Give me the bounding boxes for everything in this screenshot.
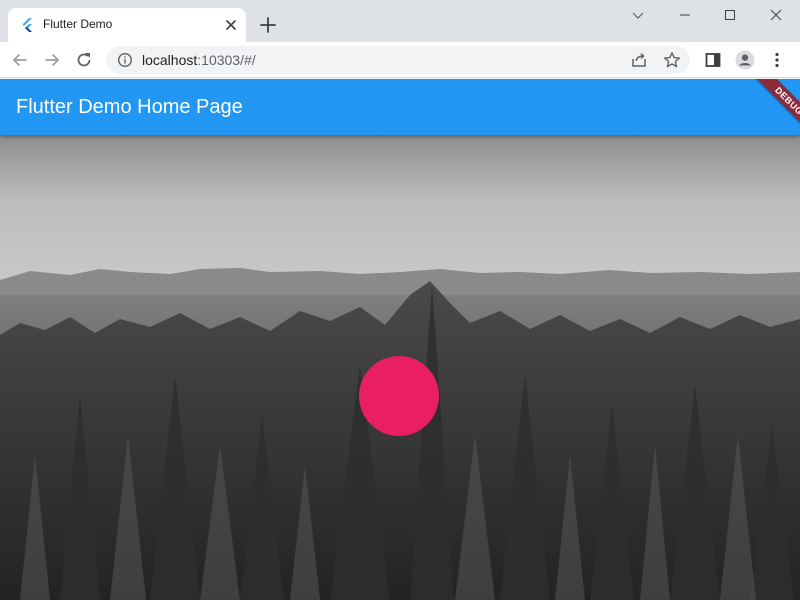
info-icon[interactable] — [117, 52, 133, 68]
arrow-right-icon[interactable] — [42, 50, 62, 70]
kebab-menu-icon[interactable] — [767, 50, 787, 70]
maximize-icon — [725, 10, 735, 20]
debug-banner-container: DEBUG — [736, 79, 800, 143]
star-icon[interactable] — [663, 51, 681, 69]
maximize-button[interactable] — [707, 0, 753, 30]
url-text[interactable]: localhost:10303/#/ — [142, 52, 256, 68]
animated-circle[interactable] — [359, 356, 439, 436]
new-tab-plus-icon[interactable] — [258, 15, 278, 35]
app-bar: Flutter Demo Home Page — [0, 79, 800, 135]
page-title: Flutter Demo Home Page — [16, 96, 243, 118]
browser-tab[interactable]: Flutter Demo — [8, 8, 246, 42]
close-icon — [770, 9, 782, 21]
url-path: :10303/#/ — [197, 52, 256, 68]
tab-title: Flutter Demo — [43, 17, 113, 31]
close-window-button[interactable] — [753, 0, 799, 30]
browser-tab-strip: Flutter Demo — [0, 0, 800, 42]
flutter-logo-icon — [22, 18, 32, 32]
url-host: localhost — [142, 52, 198, 68]
reload-icon[interactable] — [74, 50, 94, 70]
arrow-left-icon[interactable] — [10, 50, 30, 70]
minimize-button[interactable] — [662, 0, 708, 30]
chevron-down-icon — [632, 12, 644, 19]
profile-icon[interactable] — [735, 50, 755, 70]
tab-search-button[interactable] — [615, 0, 661, 30]
minimize-icon — [680, 14, 690, 16]
tab-close-icon[interactable] — [222, 16, 240, 34]
browser-toolbar: localhost:10303/#/ — [0, 42, 800, 78]
app-body — [0, 135, 800, 600]
address-bar[interactable]: localhost:10303/#/ — [106, 46, 690, 74]
share-icon[interactable] — [630, 51, 648, 69]
debug-banner: DEBUG — [752, 79, 800, 138]
side-panel-icon[interactable] — [703, 50, 723, 70]
